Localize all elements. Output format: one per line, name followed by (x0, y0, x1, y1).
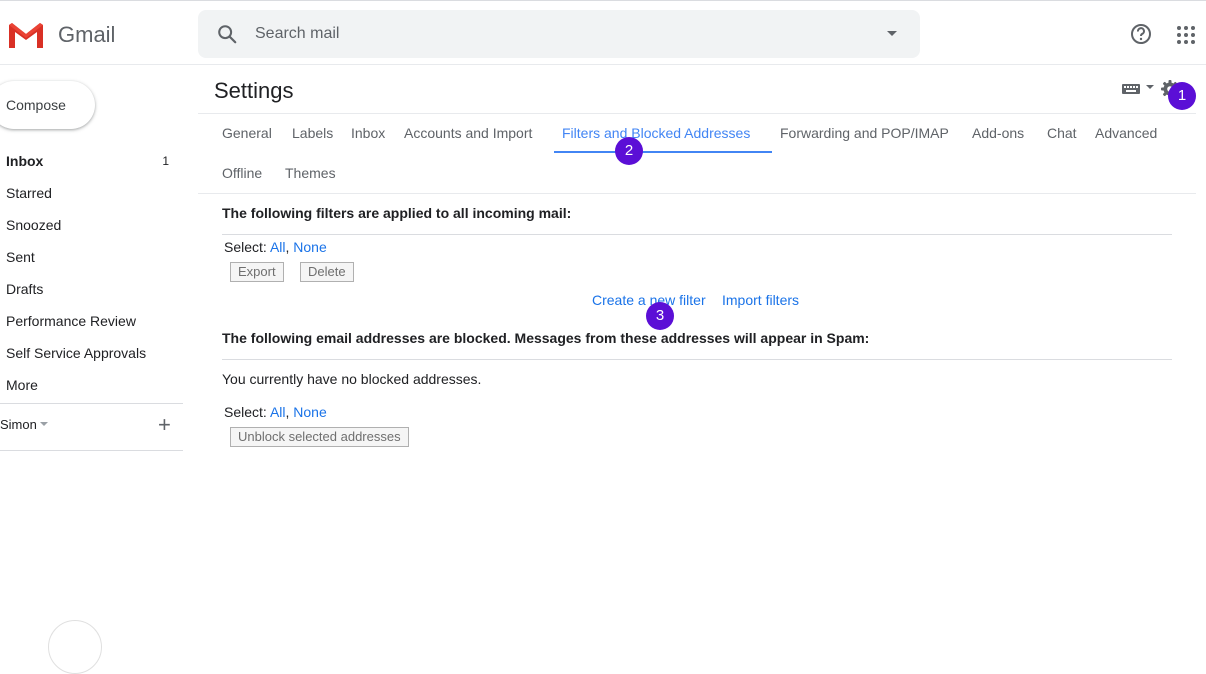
sidebar-item-label: Performance Review (6, 313, 136, 329)
search-icon[interactable] (216, 23, 238, 45)
blocked-heading: The following email addresses are blocke… (222, 330, 870, 346)
search-input[interactable]: Search mail (255, 25, 339, 43)
tab-filters-and-blocked-addresses[interactable]: Filters and Blocked Addresses (562, 125, 750, 141)
compose-label: Compose (6, 97, 66, 113)
sidebar-item-label: Starred (6, 185, 52, 201)
section-divider (222, 234, 1172, 235)
tab-forwarding-and-pop-imap[interactable]: Forwarding and POP/IMAP (780, 125, 949, 141)
step-marker-2: 2 (615, 137, 643, 165)
brand-name[interactable]: Gmail (58, 22, 115, 48)
sidebar-divider (0, 403, 183, 404)
sidebar-nav: Inbox 1 Starred Snoozed Sent Drafts Perf… (0, 145, 183, 401)
blocked-select-row: Select: All, None (224, 404, 327, 420)
help-icon[interactable] (1130, 23, 1152, 45)
tab-labels[interactable]: Labels (292, 125, 333, 141)
sidebar-item-label: Snoozed (6, 217, 62, 233)
select-none-link[interactable]: None (293, 239, 326, 255)
select-none-link[interactable]: None (293, 404, 326, 420)
filters-heading: The following filters are applied to all… (222, 205, 572, 221)
select-label: Select: (224, 239, 267, 255)
compose-button[interactable]: Compose (0, 81, 95, 129)
sidebar-item-performance-review[interactable]: Performance Review (0, 305, 183, 337)
tabs-divider (198, 193, 1196, 194)
select-separator: , (285, 404, 290, 420)
sidebar-item-drafts[interactable]: Drafts (0, 273, 183, 305)
sidebar-item-sent[interactable]: Sent (0, 241, 183, 273)
apps-grid-icon[interactable] (1177, 26, 1195, 44)
sidebar-item-label: Drafts (6, 281, 44, 297)
dropdown-caret-icon[interactable] (887, 31, 897, 36)
gmail-logo-icon[interactable] (7, 21, 45, 49)
sidebar-item-starred[interactable]: Starred (0, 177, 183, 209)
sidebar-divider (0, 450, 183, 451)
unblock-selected-button[interactable]: Unblock selected addresses (230, 427, 409, 447)
tab-offline[interactable]: Offline (222, 165, 262, 181)
tab-accounts-and-import[interactable]: Accounts and Import (404, 125, 532, 141)
sidebar-item-label: Sent (6, 249, 35, 265)
import-filters-link[interactable]: Import filters (722, 292, 799, 308)
sidebar-item-more[interactable]: More (0, 369, 183, 401)
tab-add-ons[interactable]: Add-ons (972, 125, 1024, 141)
page-title: Settings (214, 78, 294, 103)
delete-button[interactable]: Delete (300, 262, 354, 282)
sidebar-item-self-service-approvals[interactable]: Self Service Approvals (0, 337, 183, 369)
account-switcher[interactable]: Simon (0, 417, 37, 432)
export-button[interactable]: Export (230, 262, 284, 282)
sidebar-item-label: Self Service Approvals (6, 345, 147, 361)
top-bar: Gmail Search mail (0, 1, 1206, 65)
title-divider (198, 113, 1196, 114)
tab-themes[interactable]: Themes (285, 165, 336, 181)
keyboard-icon[interactable] (1122, 84, 1140, 94)
select-label: Select: (224, 404, 267, 420)
step-marker-3: 3 (646, 302, 674, 330)
sidebar-item-label: More (6, 377, 38, 393)
step-marker-1: 1 (1168, 82, 1196, 110)
chevron-down-icon[interactable] (1146, 85, 1154, 89)
tab-general[interactable]: General (222, 125, 272, 141)
select-all-link[interactable]: All (270, 404, 286, 420)
section-divider (222, 359, 1172, 360)
search-bar[interactable]: Search mail (198, 10, 920, 58)
select-separator: , (285, 239, 290, 255)
avatar[interactable] (48, 620, 102, 674)
sidebar-item-label: Inbox (6, 153, 44, 169)
active-tab-indicator (554, 151, 772, 153)
tab-inbox[interactable]: Inbox (351, 125, 385, 141)
add-icon[interactable]: + (158, 414, 171, 436)
sidebar-item-inbox[interactable]: Inbox 1 (0, 145, 183, 177)
sidebar-item-snoozed[interactable]: Snoozed (0, 209, 183, 241)
select-all-link[interactable]: All (270, 239, 286, 255)
tab-chat[interactable]: Chat (1047, 125, 1077, 141)
no-blocked-text: You currently have no blocked addresses. (222, 371, 482, 387)
chevron-down-icon[interactable] (40, 422, 48, 426)
tab-advanced[interactable]: Advanced (1095, 125, 1157, 141)
filters-select-row: Select: All, None (224, 239, 327, 255)
unread-count: 1 (162, 154, 169, 168)
